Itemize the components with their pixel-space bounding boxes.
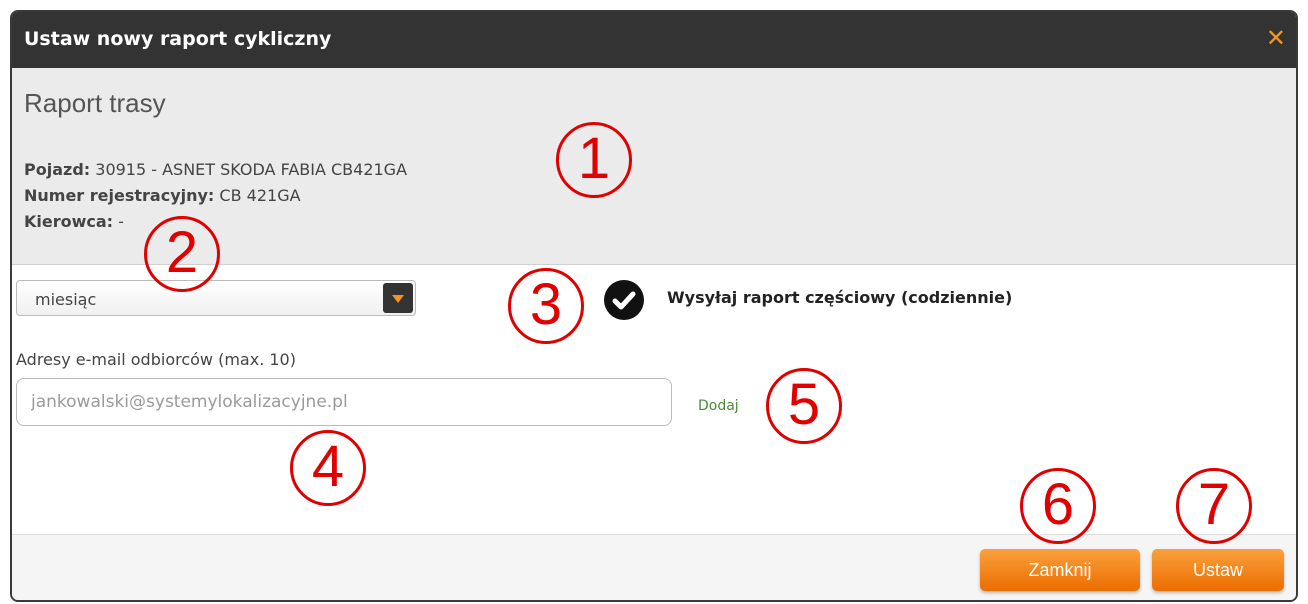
checkmark-icon [612, 291, 636, 310]
annotation-marker-6: 6 [1020, 468, 1096, 544]
annotation-marker-1: 1 [556, 122, 632, 198]
report-title: Raport trasy [24, 88, 166, 118]
annotation-marker-5: 5 [766, 368, 842, 444]
registration-value: CB 421GA [214, 186, 301, 205]
annotation-marker-3: 3 [508, 268, 584, 344]
registration-info: Numer rejestracyjny: CB 421GA [24, 186, 301, 205]
vehicle-value: 30915 - ASNET SKODA FABIA CB421GA [90, 160, 408, 179]
driver-info: Kierowca: - [24, 212, 124, 231]
close-icon[interactable]: ✕ [1266, 24, 1286, 52]
partial-report-checkbox[interactable] [604, 280, 644, 320]
dialog-footer: Zamknij Ustaw [12, 534, 1296, 600]
add-email-link[interactable]: Dodaj [698, 398, 739, 414]
period-select[interactable]: miesiąc [16, 280, 416, 316]
email-label: Adresy e-mail odbiorców (max. 10) [16, 350, 296, 369]
annotation-marker-7: 7 [1176, 468, 1252, 544]
set-button[interactable]: Ustaw [1152, 549, 1284, 591]
period-select-value: miesiąc [35, 290, 97, 309]
driver-value: - [113, 212, 124, 231]
report-dialog: Ustaw nowy raport cykliczny ✕ Raport tra… [10, 10, 1298, 602]
email-input[interactable] [16, 378, 672, 426]
annotation-marker-4: 4 [290, 430, 366, 506]
dialog-titlebar: Ustaw nowy raport cykliczny ✕ [12, 12, 1296, 68]
dropdown-button[interactable] [383, 283, 413, 313]
close-button[interactable]: Zamknij [980, 549, 1140, 591]
chevron-down-icon [392, 295, 404, 303]
driver-label: Kierowca: [24, 212, 114, 231]
annotation-marker-2: 2 [144, 216, 220, 292]
partial-report-label: Wysyłaj raport częściowy (codziennie) [667, 288, 1013, 307]
vehicle-label: Pojazd: [24, 160, 91, 179]
registration-label: Numer rejestracyjny: [24, 186, 215, 205]
dialog-title: Ustaw nowy raport cykliczny [24, 28, 332, 50]
vehicle-info: Pojazd: 30915 - ASNET SKODA FABIA CB421G… [24, 160, 407, 179]
